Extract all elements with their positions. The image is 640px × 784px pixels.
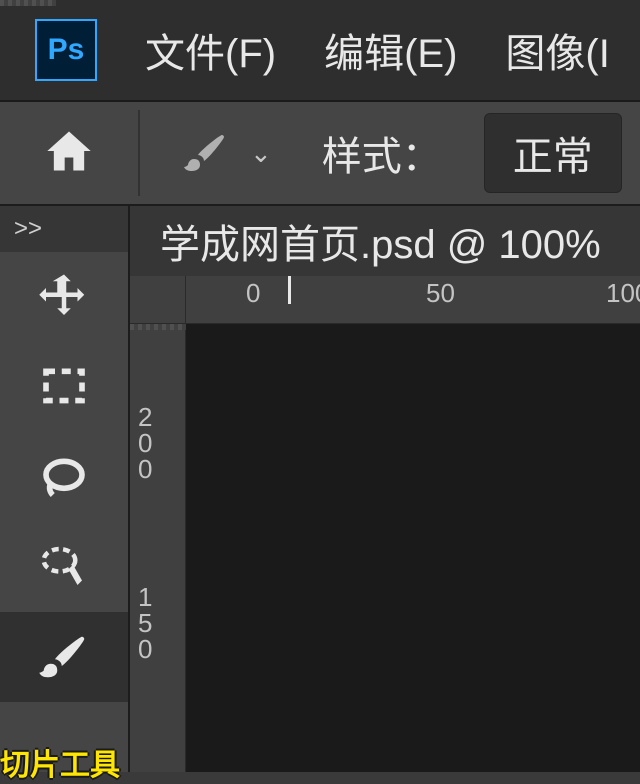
ruler-h-tick-50: 50 bbox=[426, 278, 455, 309]
menu-image[interactable]: 图像(I bbox=[505, 21, 609, 79]
lasso-tool[interactable] bbox=[0, 432, 128, 522]
canvas[interactable] bbox=[186, 324, 640, 772]
style-value: 正常 bbox=[513, 135, 593, 179]
main-area: >> 学成网首页.psd @ 100% 0 50 bbox=[0, 204, 640, 772]
rectangular-marquee-tool[interactable] bbox=[0, 342, 128, 432]
home-icon[interactable] bbox=[40, 125, 98, 182]
vertical-ruler[interactable]: 200 150 bbox=[130, 324, 186, 772]
menu-file[interactable]: 文件(F) bbox=[145, 21, 276, 79]
document-tab[interactable]: 学成网首页.psd @ 100% bbox=[130, 204, 640, 276]
quick-selection-tool[interactable] bbox=[0, 522, 128, 612]
menubar: Ps 文件(F) 编辑(E) 图像(I bbox=[0, 0, 640, 100]
marquee-icon bbox=[37, 360, 91, 414]
options-separator bbox=[138, 110, 140, 196]
ruler-row: 0 50 100 bbox=[130, 276, 640, 324]
caption-overlay: 切片工具 bbox=[0, 740, 120, 784]
brush-icon bbox=[180, 129, 232, 177]
ruler-v-tick-150: 150 bbox=[138, 584, 152, 662]
canvas-area: 学成网首页.psd @ 100% 0 50 100 200 150 bbox=[130, 204, 640, 772]
canvas-row: 200 150 bbox=[130, 324, 640, 772]
menu-edit[interactable]: 编辑(E) bbox=[324, 21, 457, 79]
ruler-v-tick-200: 200 bbox=[138, 404, 152, 482]
tools-expand-toggle[interactable]: >> bbox=[0, 206, 128, 252]
style-select[interactable]: 正常 bbox=[484, 113, 622, 193]
ruler-corner bbox=[130, 276, 186, 324]
quick-selection-icon bbox=[37, 540, 91, 594]
ruler-h-tick-100: 100 bbox=[606, 278, 640, 309]
horizontal-ruler[interactable]: 0 50 100 bbox=[186, 276, 640, 324]
ruler-h-tick-0: 0 bbox=[246, 278, 260, 309]
lasso-icon bbox=[37, 450, 91, 504]
chevron-down-icon: ⌄ bbox=[250, 138, 272, 169]
brush-preset-picker[interactable]: ⌄ bbox=[180, 129, 272, 177]
style-label: 样式： bbox=[322, 124, 442, 182]
brush-tool-icon bbox=[37, 630, 91, 684]
tools-panel: >> bbox=[0, 204, 130, 772]
ps-logo-text: Ps bbox=[48, 33, 85, 67]
move-tool[interactable] bbox=[0, 252, 128, 342]
brush-tool[interactable] bbox=[0, 612, 128, 702]
document-title: 学成网首页.psd @ 100% bbox=[160, 212, 601, 270]
ruler-cursor-mark bbox=[288, 276, 291, 304]
ps-logo: Ps bbox=[35, 19, 97, 81]
move-icon bbox=[37, 270, 91, 324]
options-bar: ⌄ 样式： 正常 bbox=[0, 102, 640, 204]
